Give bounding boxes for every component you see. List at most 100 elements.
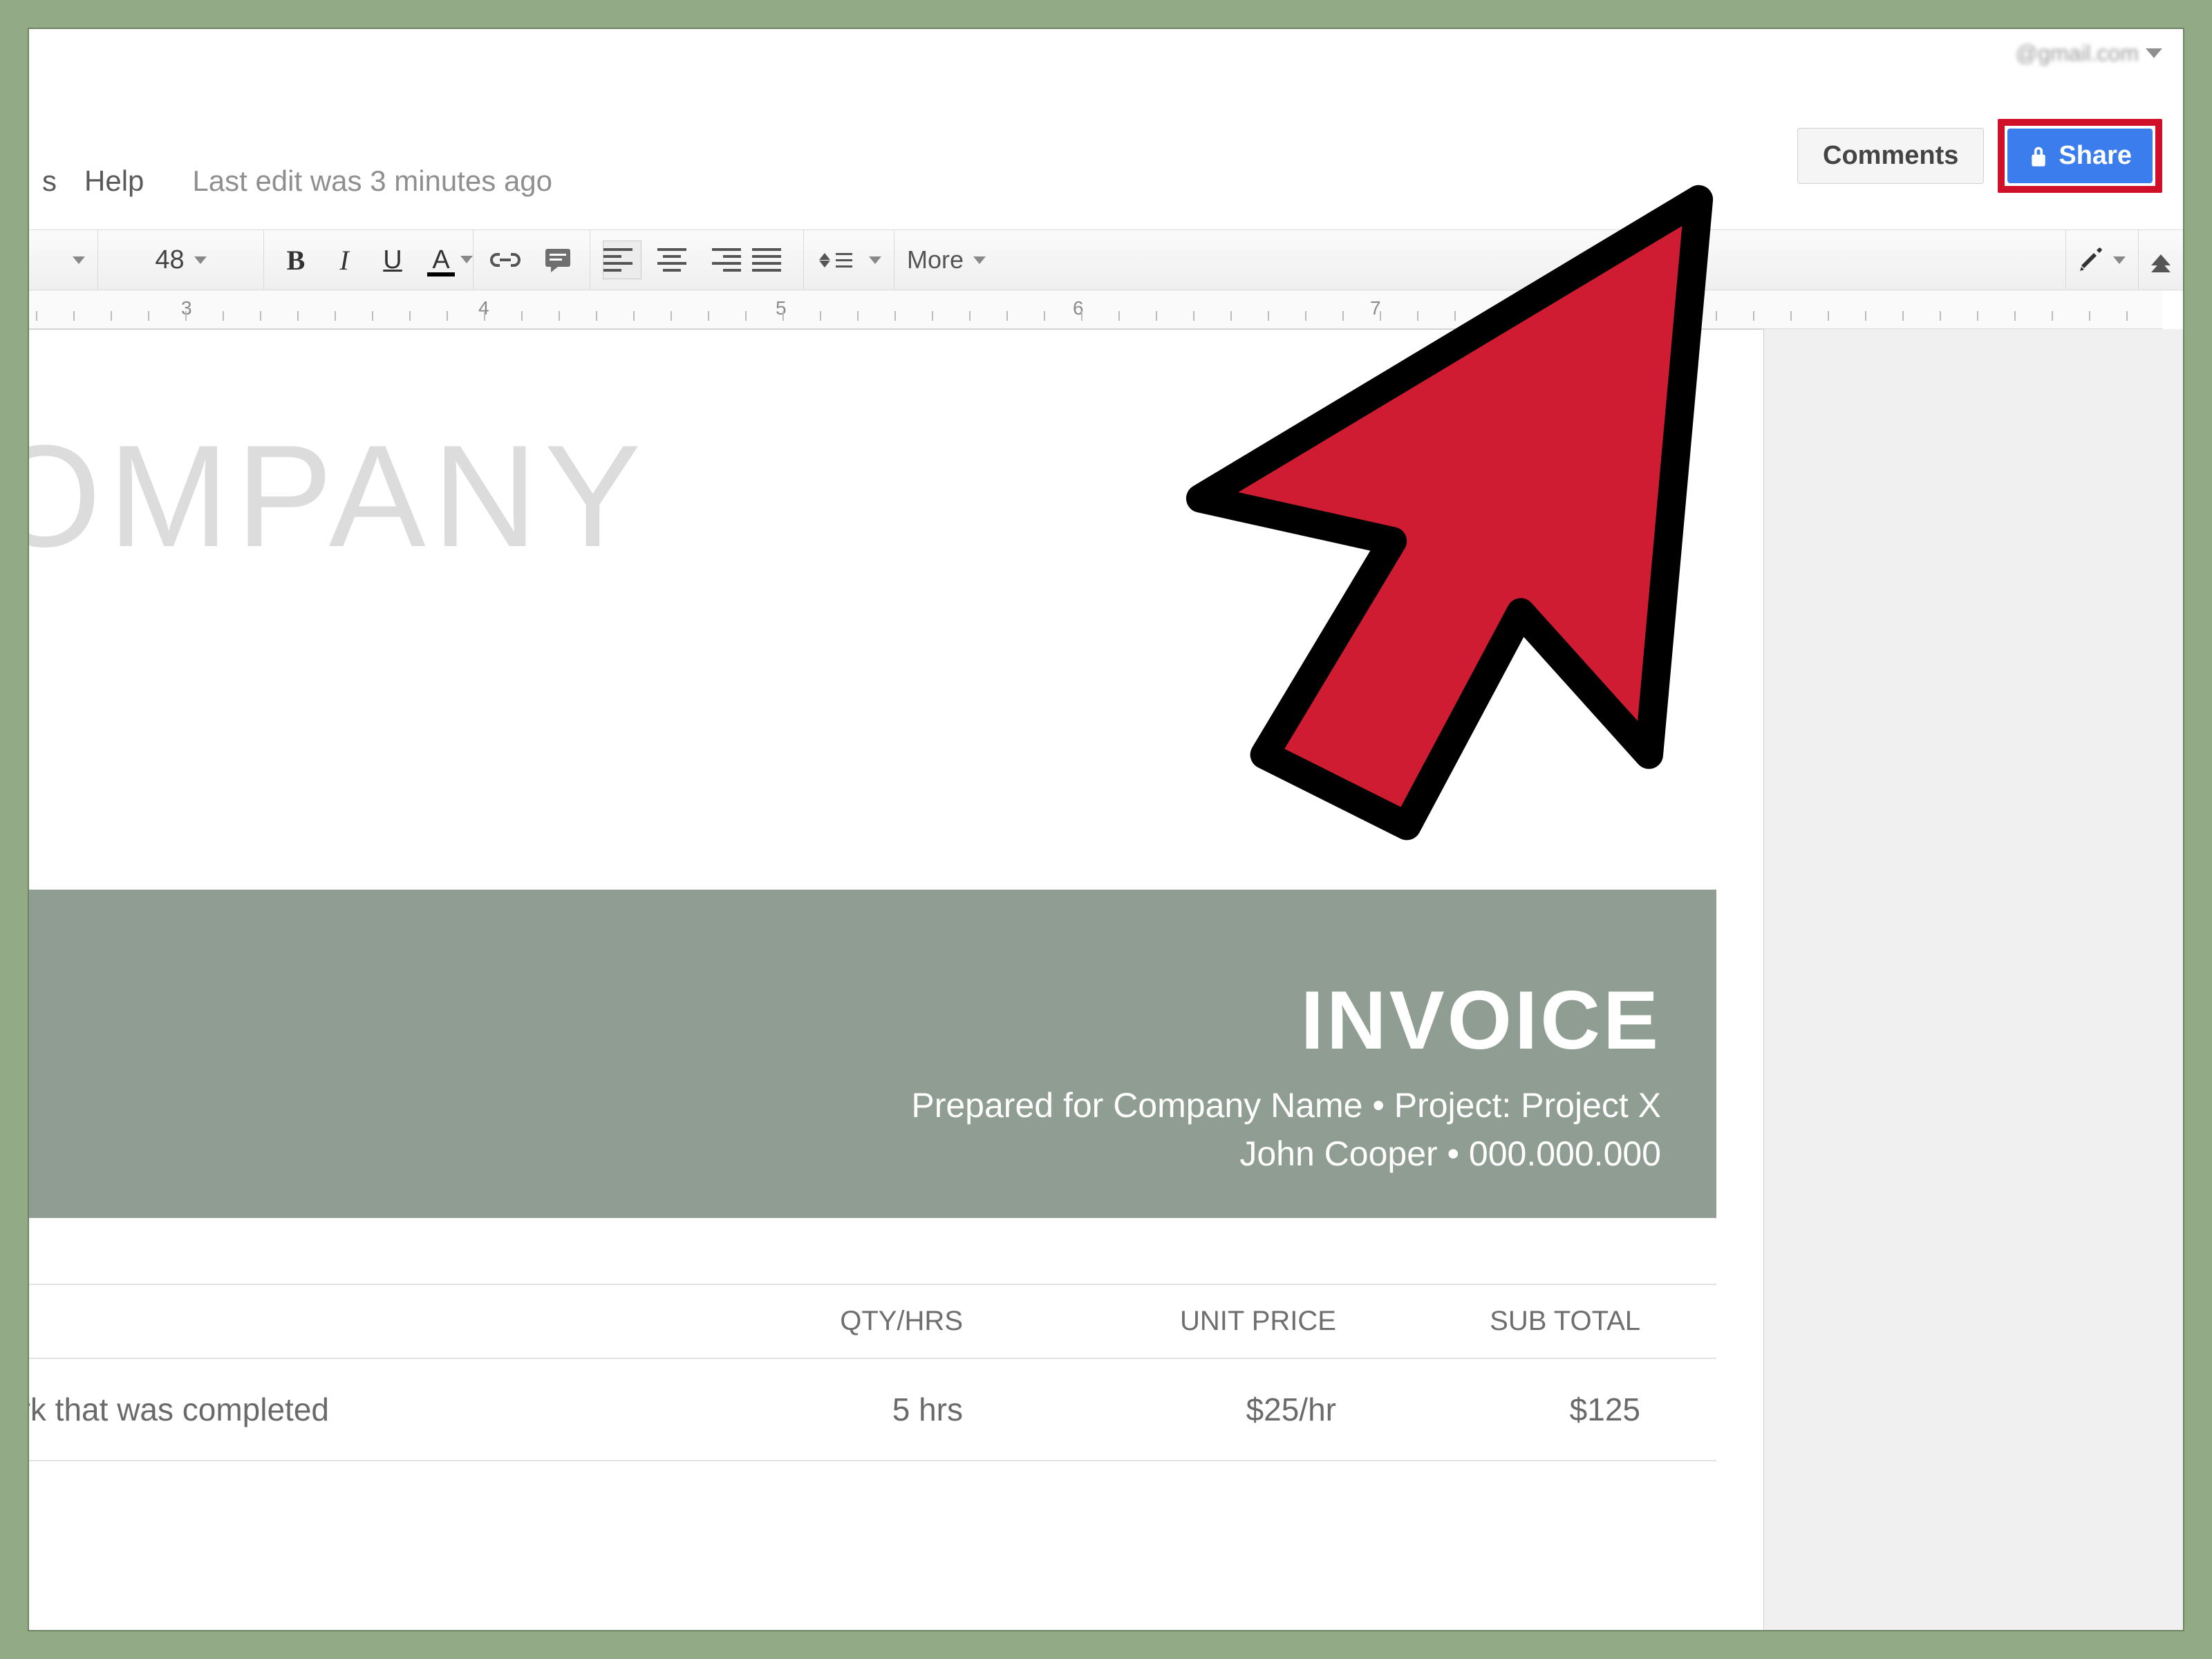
formatting-toolbar: 48 B I U A (28, 229, 2183, 290)
invoice-subline-1[interactable]: Prepared for Company Name • Project: Pro… (28, 1085, 1661, 1125)
chevron-down-icon[interactable] (869, 256, 881, 264)
ruler-tick (260, 311, 261, 321)
account-bar: @gmail.com (2016, 29, 2183, 77)
invoice-title[interactable]: INVOICE (28, 973, 1661, 1068)
cell-qty[interactable]: 5 hrs (686, 1391, 1004, 1428)
ruler-tick (1865, 311, 1866, 321)
ruler-tick (1193, 311, 1194, 321)
collapse-toolbar-button[interactable] (2139, 230, 2183, 290)
cell-description[interactable]: ork that was completed (28, 1391, 686, 1428)
ruler-tick (111, 311, 112, 321)
line-spacing-button[interactable] (816, 241, 855, 279)
ruler-tick (1566, 311, 1568, 321)
invoice-table: QTY/HRS UNIT PRICE SUB TOTAL ork that wa… (28, 1284, 1716, 1461)
header-qty: QTY/HRS (686, 1306, 1004, 1337)
ruler-tick (894, 311, 896, 321)
chevron-down-icon (2113, 256, 2126, 264)
ruler-tick (1716, 311, 1717, 321)
menu-help[interactable]: Help (84, 165, 144, 198)
ruler-tick (1492, 311, 1493, 321)
ruler-tick (1940, 311, 1941, 321)
ruler-mark: 5 (776, 297, 787, 319)
ruler-tick (1529, 311, 1530, 321)
align-right-button[interactable] (702, 241, 741, 279)
editing-mode-button[interactable] (2065, 230, 2139, 290)
ruler-tick (521, 311, 523, 321)
ruler-tick (1828, 311, 1829, 321)
underline-button[interactable]: U (373, 241, 412, 279)
italic-button[interactable]: I (325, 241, 364, 279)
chevron-down-icon (460, 256, 473, 263)
ruler-tick (745, 311, 747, 321)
table-header-row: QTY/HRS UNIT PRICE SUB TOTAL (28, 1284, 1716, 1359)
ruler-tick (1977, 311, 1978, 321)
ruler-tick (708, 311, 709, 321)
ruler-tick (1268, 311, 1269, 321)
account-menu-caret-icon[interactable] (2146, 48, 2162, 58)
cell-subtotal[interactable]: $125 (1378, 1391, 1696, 1428)
ruler-tick (671, 311, 672, 321)
ruler-tick (1342, 311, 1344, 321)
more-menu[interactable]: More (894, 230, 998, 290)
comments-button[interactable]: Comments (1797, 128, 1984, 184)
ruler-tick (148, 311, 149, 321)
align-group (590, 230, 804, 290)
ruler-tick (2052, 311, 2053, 321)
ruler-tick (185, 311, 187, 321)
chevron-down-icon[interactable] (73, 256, 85, 264)
ruler-tick (2126, 311, 2128, 321)
chevron-down-icon (194, 256, 207, 264)
align-justify-button[interactable] (752, 241, 791, 279)
share-button[interactable]: Share (2007, 129, 2153, 183)
header-unit-price: UNIT PRICE (1004, 1306, 1378, 1337)
ruler-tick (2014, 311, 2016, 321)
ruler-tick (1380, 311, 1381, 321)
text-color-button[interactable]: A (422, 241, 460, 279)
line-spacing-group (804, 230, 894, 290)
toolbar-right (2065, 230, 2183, 290)
bold-button[interactable]: B (276, 241, 315, 279)
text-style-group: B I U A (264, 230, 474, 290)
text-color-bar-icon (427, 272, 455, 276)
invoice-header-band: INVOICE Prepared for Company Name • Proj… (28, 890, 1716, 1218)
top-actions: Comments Share (1797, 119, 2162, 193)
ruler-tick (447, 311, 448, 321)
header-description (28, 1306, 686, 1337)
ruler-tick (1604, 311, 1605, 321)
ruler-tick (372, 311, 373, 321)
cell-unit-price[interactable]: $25/hr (1004, 1391, 1378, 1428)
ruler-tick (1641, 311, 1642, 321)
header-subtotal: SUB TOTAL (1378, 1306, 1696, 1337)
ruler-tick (857, 311, 859, 321)
horizontal-ruler[interactable]: 3 4 5 6 7 (28, 290, 2162, 329)
ruler-tick (223, 311, 224, 321)
ruler-tick (1902, 311, 1904, 321)
ruler-tick (1678, 311, 1680, 321)
document-page[interactable]: OMPANY INVOICE Prepared for Company Name… (28, 329, 1764, 1631)
link-icon (490, 252, 521, 268)
align-center-button[interactable] (653, 241, 691, 279)
share-label: Share (2059, 141, 2132, 171)
table-row[interactable]: ork that was completed 5 hrs $25/hr $125 (28, 1359, 1716, 1461)
ruler-tick (1044, 311, 1045, 321)
ruler-tick (1454, 311, 1456, 321)
ruler-tick (1006, 311, 1008, 321)
account-email[interactable]: @gmail.com (2016, 41, 2139, 66)
edit-status: Last edit was 3 minutes ago (192, 165, 552, 198)
insert-comment-button[interactable] (538, 241, 577, 279)
pencil-icon (2079, 247, 2103, 272)
chevron-up-double-icon (2151, 254, 2171, 265)
ruler-tick (1081, 311, 1082, 321)
ruler-tick (932, 311, 933, 321)
ruler-tick (1753, 311, 1754, 321)
menu-item-partial[interactable]: s (28, 165, 57, 198)
invoice-subline-2[interactable]: John Cooper • 000.000.000 (28, 1134, 1661, 1174)
ruler-tick (1790, 311, 1792, 321)
align-left-button[interactable] (603, 241, 641, 279)
font-size-selector[interactable]: 48 (98, 230, 264, 290)
insert-link-button[interactable] (486, 241, 525, 279)
company-name-heading[interactable]: OMPANY (28, 413, 648, 580)
ruler-tick (297, 311, 299, 321)
ruler-tick (633, 311, 635, 321)
ruler-tick (1230, 311, 1232, 321)
